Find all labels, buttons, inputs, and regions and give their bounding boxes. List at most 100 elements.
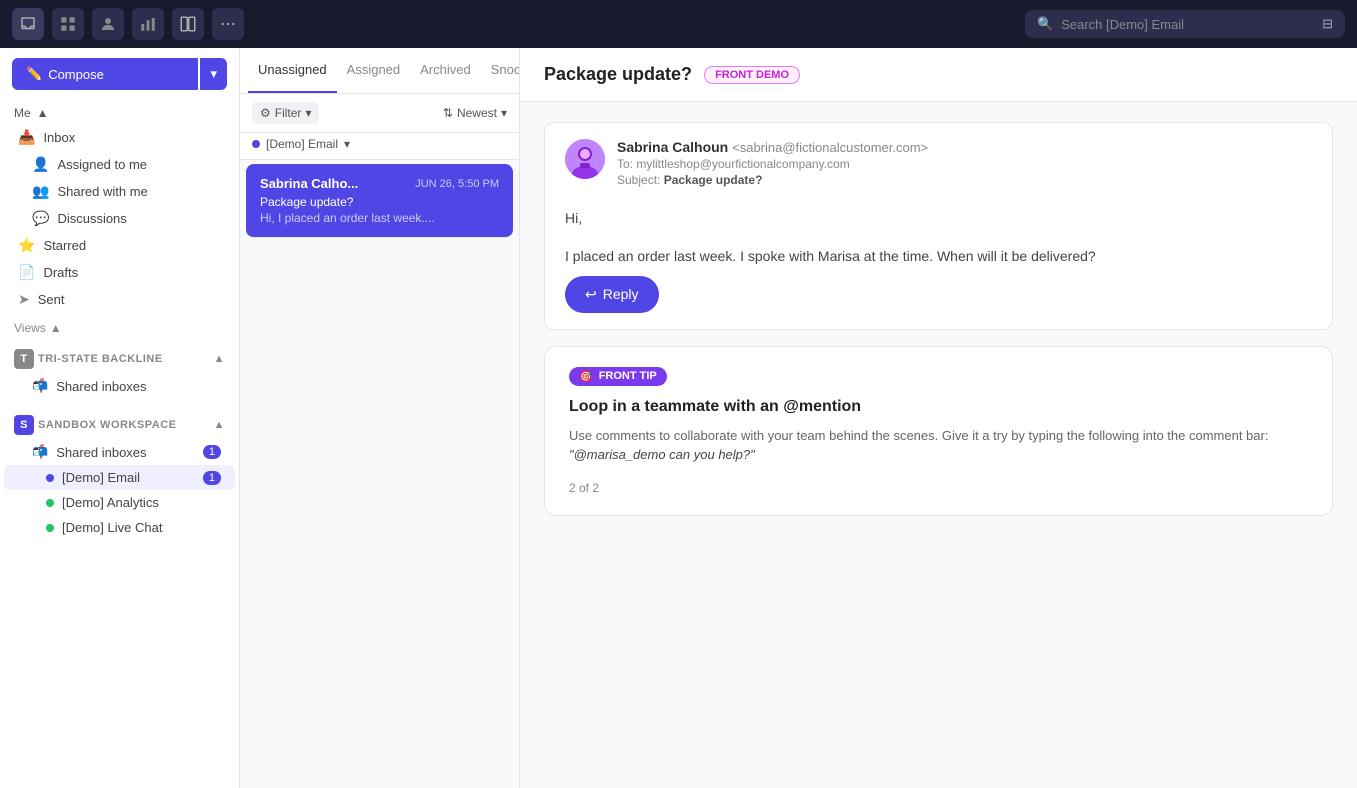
shared-icon: 👥 (32, 183, 49, 200)
sidebar-item-inbox[interactable]: 📥 Inbox (4, 124, 235, 151)
email-meta: Sabrina Calhoun <sabrina@fictionalcustom… (565, 139, 1312, 187)
filter-button[interactable]: ⚙ Filter ▾ (252, 102, 319, 124)
demo-email-label: [Demo] Email (62, 470, 195, 485)
discussions-icon: 💬 (32, 210, 49, 227)
conv-toolbar: ⚙ Filter ▾ ⇅ Newest ▾ (240, 94, 519, 133)
tab-unassigned[interactable]: Unassigned (248, 48, 337, 93)
email-to: To: mylittleshop@yourfictionalcompany.co… (617, 157, 928, 171)
tri-state-badge: T (14, 349, 34, 369)
views-label: Views (14, 321, 46, 335)
sidebar-item-assigned-to-me[interactable]: 👤 Assigned to me (4, 151, 235, 178)
demo-analytics-item[interactable]: [Demo] Analytics (4, 490, 235, 515)
sandbox-shared-icon: 📬 (32, 444, 48, 460)
sent-label: Sent (38, 292, 221, 307)
tab-archived[interactable]: Archived (410, 48, 481, 93)
email-header: Package update? FRONT DEMO (520, 48, 1357, 102)
sandbox-name: Sandbox workspace (38, 419, 176, 431)
sandbox-shared-inboxes[interactable]: 📬 Shared inboxes 1 (4, 439, 235, 465)
conversation-list: Unassigned Assigned Archived Snoozed Tra… (240, 48, 520, 788)
more-nav-icon[interactable] (212, 8, 244, 40)
sidebar-item-starred[interactable]: ⭐ Starred (4, 232, 235, 259)
reply-button[interactable]: ↩ Reply (565, 276, 659, 313)
tip-pagination: 2 of 2 (569, 481, 1308, 495)
email-subject-line: Subject: Package update? (617, 173, 928, 187)
sort-chevron-icon: ▾ (501, 106, 507, 120)
sort-icon: ⇅ (443, 106, 453, 120)
conv-subject: Package update? (260, 195, 499, 209)
email-subject-heading: Package update? (544, 64, 692, 85)
sent-icon: ➤ (18, 291, 30, 308)
conv-preview: Hi, I placed an order last week.... (260, 211, 499, 225)
drafts-label: Drafts (43, 265, 221, 280)
tri-state-chevron: ▲ (214, 353, 225, 365)
inbox-selector-dot (252, 140, 260, 148)
filter-chevron-icon: ▾ (305, 106, 311, 120)
demo-livechat-label: [Demo] Live Chat (62, 520, 162, 535)
email-tag-badge: FRONT DEMO (704, 66, 800, 84)
conversation-item-1[interactable]: Sabrina Calho... JUN 26, 5:50 PM Package… (246, 164, 513, 238)
inbox-selector-label: [Demo] Email (266, 137, 338, 151)
demo-livechat-item[interactable]: [Demo] Live Chat (4, 515, 235, 540)
sidebar-item-drafts[interactable]: 📄 Drafts (4, 259, 235, 286)
tip-card: 🎯 FRONT TIP Loop in a teammate with an @… (544, 346, 1333, 516)
assigned-label: Assigned to me (57, 157, 221, 172)
tri-state-shared-inboxes[interactable]: 📬 Shared inboxes (4, 373, 235, 399)
demo-analytics-label: [Demo] Analytics (62, 495, 159, 510)
compose-label: Compose (48, 67, 104, 82)
sandbox-shared-label: Shared inboxes (56, 445, 195, 460)
views-chevron-icon: ▲ (50, 321, 62, 335)
sidebar-item-shared-with-me[interactable]: 👥 Shared with me (4, 178, 235, 205)
search-icon: 🔍 (1037, 16, 1053, 32)
reply-icon: ↩ (585, 286, 597, 303)
compose-icon: ✏️ (26, 66, 42, 82)
tip-icon: 🎯 (579, 370, 593, 383)
sidebar-item-discussions[interactable]: 💬 Discussions (4, 205, 235, 232)
filter-icon[interactable]: ⊟ (1322, 16, 1333, 32)
tab-assigned[interactable]: Assigned (337, 48, 410, 93)
tri-state-shared-label: Shared inboxes (56, 379, 146, 394)
sandbox-badge: S (14, 415, 34, 435)
inbox-selector-chevron: ▾ (344, 137, 350, 151)
sandbox-section[interactable]: S Sandbox workspace ▲ (0, 405, 239, 439)
person-nav-icon[interactable] (92, 8, 124, 40)
filter-label: Filter (275, 106, 302, 120)
starred-icon: ⭐ (18, 237, 35, 254)
tab-snoozed[interactable]: Snoozed (481, 48, 519, 93)
chart-nav-icon[interactable] (132, 8, 164, 40)
inbox-selector-bar: [Demo] Email ▾ (240, 133, 519, 160)
grid-nav-icon[interactable] (52, 8, 84, 40)
tip-title: Loop in a teammate with an @mention (569, 398, 1308, 416)
email-body-area: Sabrina Calhoun <sabrina@fictionalcustom… (520, 102, 1357, 788)
tip-badge: 🎯 FRONT TIP (569, 367, 667, 386)
assigned-icon: 👤 (32, 156, 49, 173)
tip-body: Use comments to collaborate with your te… (569, 426, 1308, 465)
email-card: Sabrina Calhoun <sabrina@fictionalcustom… (544, 122, 1333, 330)
sidebar-item-sent[interactable]: ➤ Sent (4, 286, 235, 313)
drafts-icon: 📄 (18, 264, 35, 281)
sender-name: Sabrina Calhoun <sabrina@fictionalcustom… (617, 139, 928, 155)
compose-button[interactable]: ✏️ Compose (12, 58, 198, 90)
views-section-header[interactable]: Views ▲ (0, 313, 239, 339)
inbox-nav-icon[interactable] (12, 8, 44, 40)
avatar (565, 139, 605, 179)
demo-email-item[interactable]: [Demo] Email 1 (4, 465, 235, 490)
sidebar: ✏️ Compose ▾ Me ▲ 📥 Inbox 👤 Assigned to … (0, 48, 240, 788)
main-layout: ✏️ Compose ▾ Me ▲ 📥 Inbox 👤 Assigned to … (0, 48, 1357, 788)
tip-example: "@marisa_demo can you help?" (569, 447, 755, 462)
compose-dropdown-button[interactable]: ▾ (200, 58, 227, 90)
main-content: Package update? FRONT DEMO (520, 48, 1357, 788)
tri-state-shared-icon: 📬 (32, 378, 48, 394)
conv-item-header: Sabrina Calho... JUN 26, 5:50 PM (260, 176, 499, 191)
columns-nav-icon[interactable] (172, 8, 204, 40)
inbox-selector-button[interactable]: [Demo] Email ▾ (252, 137, 350, 151)
me-section-header[interactable]: Me ▲ (0, 100, 239, 124)
starred-label: Starred (43, 238, 221, 253)
sender-info: Sabrina Calhoun <sabrina@fictionalcustom… (617, 139, 928, 187)
demo-email-dot (46, 474, 54, 482)
email-body-text: I placed an order last week. I spoke wit… (565, 237, 1312, 275)
tri-state-section[interactable]: T Tri-State Backline ▲ (0, 339, 239, 373)
search-bar[interactable]: 🔍 Search [Demo] Email ⊟ (1025, 10, 1345, 38)
inbox-label: Inbox (43, 130, 221, 145)
email-greeting: Hi, (565, 199, 1312, 237)
sort-button[interactable]: ⇅ Newest ▾ (443, 106, 507, 120)
